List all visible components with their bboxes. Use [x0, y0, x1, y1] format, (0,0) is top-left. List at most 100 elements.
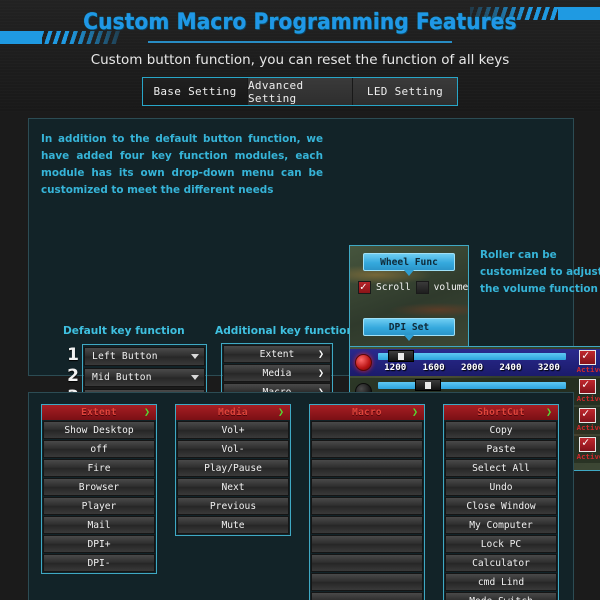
- menu-item[interactable]: Next: [177, 478, 289, 496]
- wheel-func-button[interactable]: Wheel Func: [363, 253, 455, 276]
- chevron-right-icon[interactable]: ❯: [144, 407, 150, 418]
- menu-item[interactable]: Vol+: [177, 421, 289, 439]
- menu-item-label: Lock PC: [480, 538, 522, 550]
- menu-item[interactable]: [311, 554, 423, 572]
- key-function-value: Left Button: [92, 351, 158, 362]
- menu-item[interactable]: DPI+: [43, 535, 155, 553]
- dpi-slider[interactable]: 1200 1600 2000 2400 3200: [376, 349, 568, 376]
- menu-item[interactable]: Mail: [43, 516, 155, 534]
- menu-item-label: Play/Pause: [204, 462, 262, 474]
- menu-item[interactable]: [311, 459, 423, 477]
- menu-item[interactable]: [311, 421, 423, 439]
- menu-item[interactable]: Lock PC: [445, 535, 557, 553]
- tab-advanced-setting[interactable]: Advanced Setting: [248, 78, 353, 105]
- tab-led-setting[interactable]: LED Setting: [353, 78, 457, 105]
- additional-function-label: Media: [262, 367, 292, 379]
- chevron-right-icon[interactable]: ❯: [318, 349, 324, 360]
- checkbox-label-scroll: Scroll: [376, 282, 411, 293]
- chevron-down-icon[interactable]: [191, 354, 199, 359]
- menu-item-label: DPI+: [87, 538, 111, 550]
- dpi-set-button[interactable]: DPI Set: [363, 318, 455, 341]
- dpi-slider-handle[interactable]: [387, 350, 414, 362]
- menu-item[interactable]: [311, 592, 423, 600]
- menu-item[interactable]: Previous: [177, 497, 289, 515]
- menu-item[interactable]: [311, 516, 423, 534]
- checkbox-scroll[interactable]: [358, 280, 371, 294]
- menu-item[interactable]: [311, 478, 423, 496]
- menu-item[interactable]: My Computer: [445, 516, 557, 534]
- menu-item[interactable]: Vol-: [177, 440, 289, 458]
- menu-header-label: Media: [218, 407, 248, 418]
- additional-function-label: Extent: [259, 348, 295, 360]
- menu-item[interactable]: Mute: [177, 516, 289, 534]
- key-function-value: Mid Button: [92, 372, 152, 383]
- default-key-function-title: Default key function: [63, 325, 185, 337]
- key-function-dropdown[interactable]: Mid Button: [84, 368, 205, 387]
- chevron-right-icon[interactable]: ❯: [546, 407, 552, 418]
- menu-item-label: Browser: [78, 481, 120, 493]
- menu-item-label: Mail: [87, 519, 111, 531]
- menu-item[interactable]: Close Window: [445, 497, 557, 515]
- menu-item[interactable]: Undo: [445, 478, 557, 496]
- additional-function-item[interactable]: Media ❯: [223, 364, 331, 382]
- menu-item[interactable]: Browser: [43, 478, 155, 496]
- menu-item-label: Vol-: [221, 443, 245, 455]
- chevron-right-icon[interactable]: ❯: [412, 407, 418, 418]
- menu-item[interactable]: [311, 497, 423, 515]
- menu-item[interactable]: [311, 573, 423, 591]
- dpi-tick-label: 1600: [422, 362, 445, 373]
- additional-function-item[interactable]: Extent ❯: [223, 345, 331, 363]
- dpi-slider-track[interactable]: [378, 382, 566, 389]
- menu-item[interactable]: [311, 440, 423, 458]
- menu-header[interactable]: Media ❯: [176, 405, 290, 420]
- function-menu-macro: Macro ❯: [309, 404, 425, 600]
- menu-item[interactable]: Select All: [445, 459, 557, 477]
- menu-item[interactable]: Show Desktop: [43, 421, 155, 439]
- chevron-down-icon[interactable]: [191, 375, 199, 380]
- menu-header[interactable]: ShortCut ❯: [444, 405, 558, 420]
- chevron-right-icon[interactable]: ❯: [278, 407, 284, 418]
- dpi-active-checkbox[interactable]: [579, 435, 596, 452]
- dpi-active-label: Active: [576, 423, 600, 432]
- menu-item-label: My Computer: [469, 519, 533, 531]
- function-menu-media: Media ❯ Vol+ Vol- Play/Pause Next Previous Mute: [175, 404, 291, 536]
- menu-header[interactable]: Extent ❯: [42, 405, 156, 420]
- menu-item[interactable]: DPI-: [43, 554, 155, 572]
- menu-item[interactable]: Player: [43, 497, 155, 515]
- main-settings-panel: In addition to the default button functi…: [28, 118, 600, 487]
- checkbox-volume[interactable]: [415, 281, 429, 294]
- menu-item[interactable]: off: [43, 440, 155, 458]
- dpi-active-label: Active: [576, 394, 600, 403]
- dpi-active-checkbox[interactable]: [579, 406, 596, 423]
- function-menus-panel: Extent ❯ Show Desktop off Fire Browser Player M…: [28, 392, 574, 600]
- checkbox-label-volume: volume: [433, 282, 469, 293]
- menu-item-label: cmd Lind: [477, 576, 525, 588]
- dpi-active-checkbox[interactable]: [579, 348, 596, 365]
- dpi-tick-label: 1200: [384, 362, 407, 373]
- tab-base-setting[interactable]: Base Setting: [143, 78, 248, 105]
- dpi-row[interactable]: 1200 1600 2000 2400 3200 Active: [350, 348, 600, 376]
- menu-header[interactable]: Macro ❯: [310, 405, 424, 420]
- menu-item-label: off: [90, 443, 108, 455]
- menu-item[interactable]: [311, 535, 423, 553]
- menu-item[interactable]: Fire: [43, 459, 155, 477]
- menu-item-label: Close Window: [466, 500, 536, 512]
- chevron-right-icon[interactable]: ❯: [318, 368, 324, 379]
- menu-header-label: Macro: [352, 407, 382, 418]
- intro-text: In addition to the default button functi…: [41, 133, 323, 196]
- menu-item-label: Select All: [472, 462, 530, 474]
- dpi-tick-label: 2000: [460, 362, 484, 373]
- dpi-active-toggle-wrap: Active: [572, 348, 600, 376]
- key-function-dropdown[interactable]: Left Button: [84, 347, 205, 366]
- menu-item[interactable]: Mode Switch: [445, 592, 557, 600]
- menu-item-label: Fire: [87, 462, 111, 474]
- menu-item[interactable]: cmd Lind: [445, 573, 557, 591]
- menu-item[interactable]: Play/Pause: [177, 459, 289, 477]
- menu-item[interactable]: Copy: [445, 421, 557, 439]
- dpi-indicator-led[interactable]: [355, 354, 372, 371]
- dpi-slider-handle[interactable]: [414, 379, 441, 391]
- menu-item[interactable]: Paste: [445, 440, 557, 458]
- dpi-active-checkbox[interactable]: [579, 377, 596, 394]
- menu-item[interactable]: Calculator: [445, 554, 557, 572]
- menu-item-label: Vol+: [221, 424, 245, 436]
